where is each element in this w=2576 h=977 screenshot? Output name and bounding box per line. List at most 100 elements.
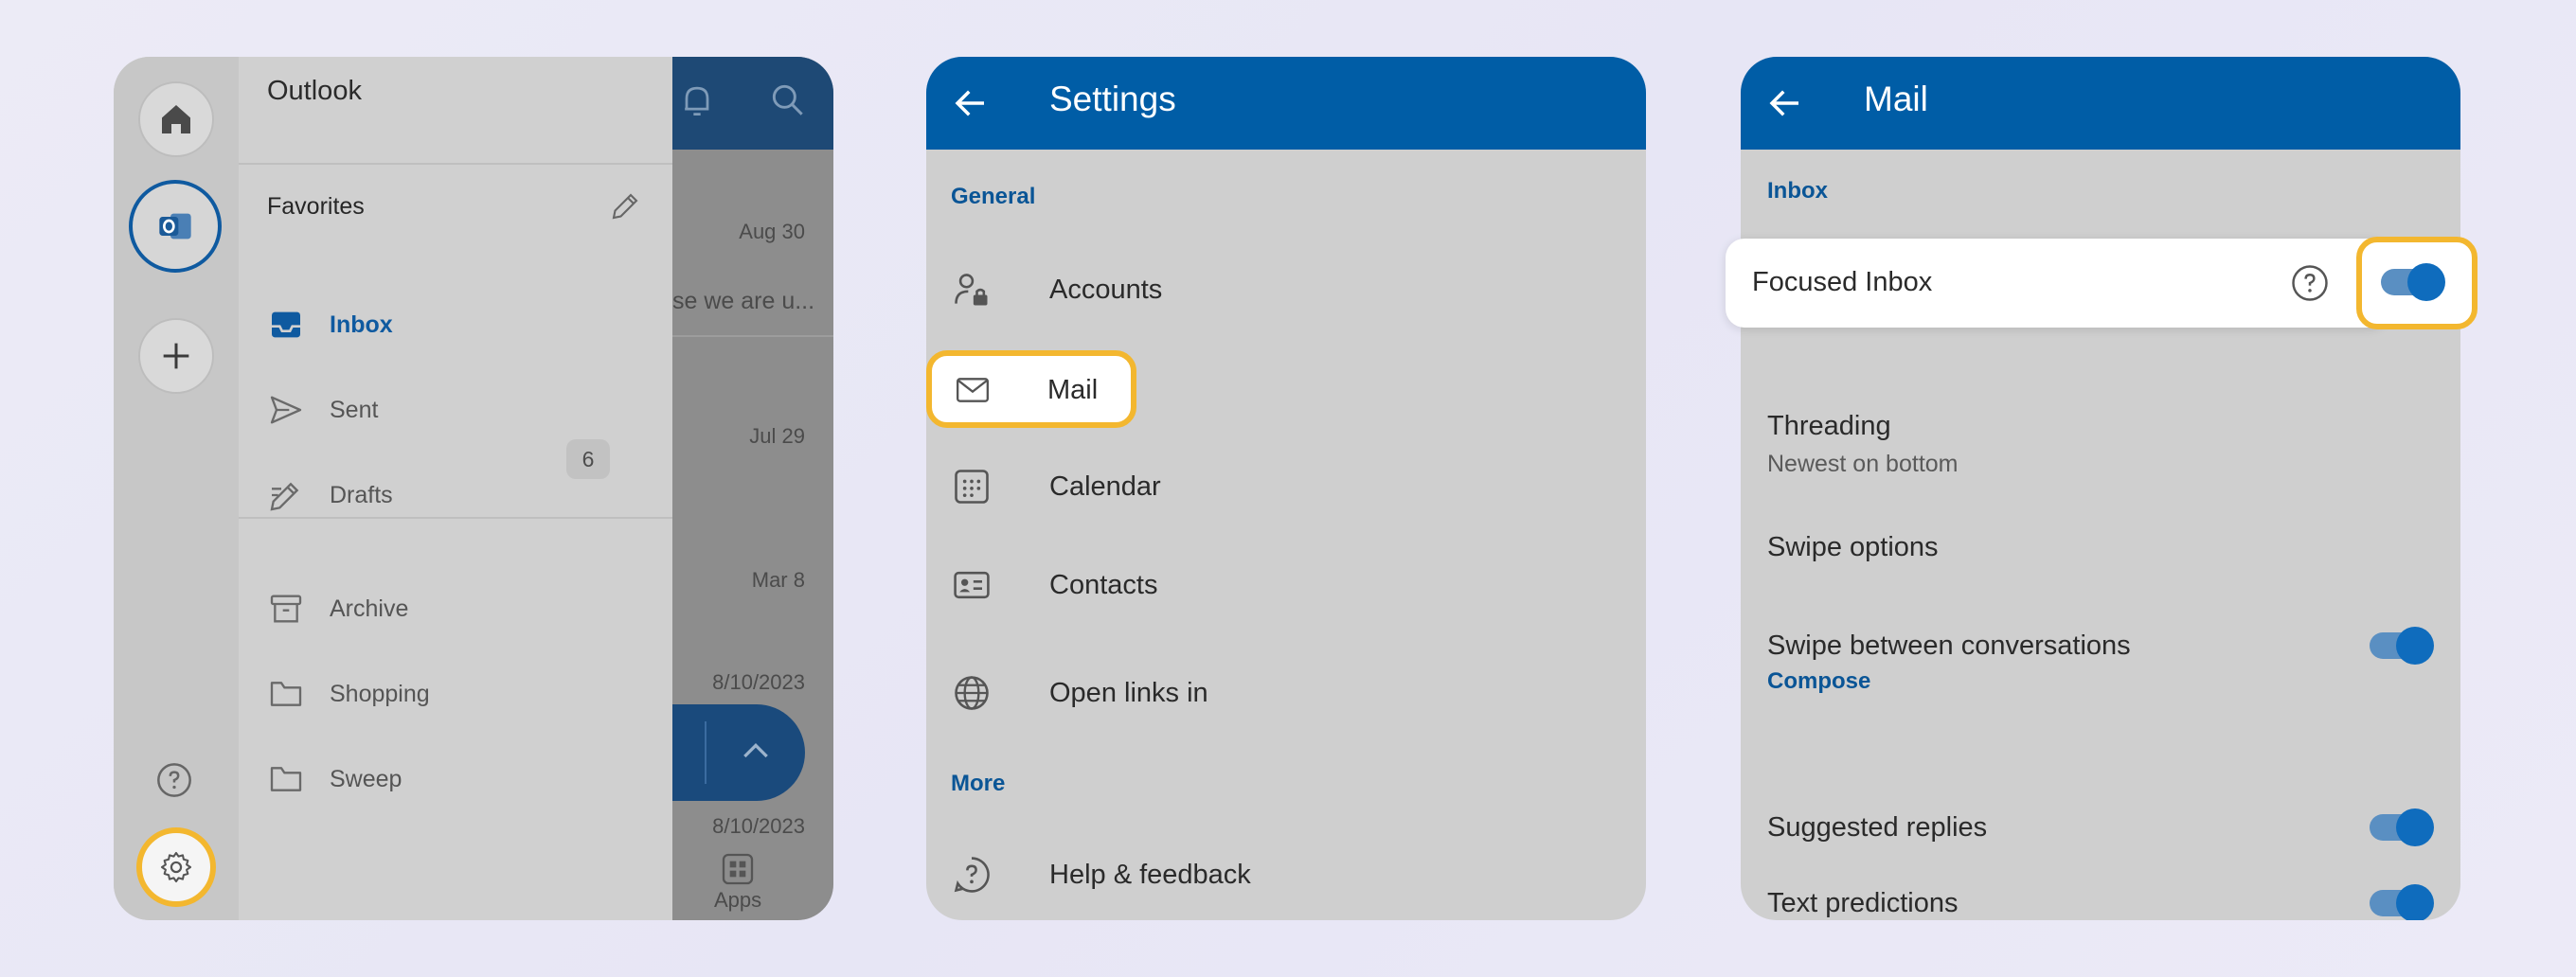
setting-threading[interactable]: Threading Newest on bottom	[1741, 398, 2460, 488]
mail-icon	[957, 378, 989, 402]
help-icon[interactable]	[155, 761, 193, 799]
search-icon[interactable]	[767, 80, 809, 121]
folder-drafts[interactable]: Drafts	[267, 471, 393, 519]
settings-header: Settings	[926, 57, 1646, 150]
settings-item-label: Calendar	[1049, 471, 1161, 502]
back-arrow-icon[interactable]	[951, 83, 991, 123]
section-more: More	[951, 771, 1006, 796]
mail-date: 8/10/2023	[712, 814, 805, 838]
home-button[interactable]	[138, 81, 214, 157]
contact-card-icon	[954, 571, 990, 599]
settings-button[interactable]	[136, 827, 216, 907]
settings-item-help[interactable]: Help & feedback	[926, 837, 1646, 913]
folder-icon	[270, 682, 302, 706]
toggle-knob	[2396, 884, 2434, 920]
setting-swipe-options[interactable]: Swipe options	[1741, 509, 2460, 585]
globe-icon	[955, 676, 989, 710]
setting-label: Focused Inbox	[1752, 267, 1933, 297]
folder-sweep[interactable]: Sweep	[267, 755, 402, 803]
folder-sent[interactable]: Sent	[267, 386, 378, 434]
folder-icon	[270, 767, 302, 791]
section-inbox: Inbox	[1767, 178, 1828, 204]
archive-icon	[270, 595, 302, 623]
settings-item-calendar[interactable]: Calendar	[926, 449, 1646, 524]
folder-drawer: Outlook Favorites Inbox Sent Drafts 6 Ar…	[239, 57, 672, 920]
outlook-account-button[interactable]	[129, 180, 222, 273]
calendar-icon	[955, 470, 989, 504]
toggle-knob	[2396, 808, 2434, 846]
section-general: General	[951, 184, 1036, 209]
setting-label: Suggested replies	[1767, 812, 1988, 843]
folder-label: Drafts	[330, 481, 393, 508]
add-account-button[interactable]	[138, 318, 214, 394]
help-icon[interactable]	[2290, 263, 2330, 303]
apps-label: Apps	[714, 888, 762, 912]
bell-icon[interactable]	[676, 80, 718, 121]
mail-header	[672, 57, 833, 150]
folder-label: Sweep	[330, 765, 402, 792]
setting-label: Swipe options	[1767, 532, 1939, 562]
focused-inbox-toggle-highlight[interactable]	[2356, 237, 2478, 329]
setting-label: Swipe between conversations	[1767, 631, 2131, 661]
toggle-knob	[2396, 627, 2434, 665]
setting-label: Text predictions	[1767, 888, 1959, 918]
send-icon	[270, 396, 302, 424]
mail-date: Mar 8	[751, 568, 805, 592]
setting-suggested-replies[interactable]: Suggested replies	[1741, 790, 2460, 865]
mail-settings-panel: Mail Inbox Threading Newest on bottom Sw…	[1741, 57, 2460, 920]
apps-grid-icon	[722, 853, 754, 885]
chevron-up-icon[interactable]	[737, 733, 775, 771]
outlook-logo-icon	[159, 213, 191, 240]
suggested-replies-toggle[interactable]	[2370, 808, 2434, 846]
settings-item-mail[interactable]: Mail	[926, 350, 1136, 428]
folder-label: Archive	[330, 595, 409, 622]
settings-item-label: Open links in	[1049, 678, 1208, 708]
text-predictions-toggle[interactable]	[2370, 884, 2434, 920]
help-icon	[954, 857, 990, 893]
settings-item-contacts[interactable]: Contacts	[926, 547, 1646, 623]
plus-icon	[163, 343, 189, 369]
divider	[239, 163, 672, 165]
folder-label: Inbox	[330, 311, 393, 338]
setting-focused-inbox[interactable]: Focused Inbox	[1726, 239, 2388, 328]
folder-archive[interactable]: Archive	[267, 585, 408, 632]
account-rail	[114, 57, 239, 920]
setting-label: Threading	[1767, 411, 1891, 441]
settings-panel: Settings General Accounts Mail Calendar	[926, 57, 1646, 920]
focused-inbox-toggle[interactable]	[2381, 263, 2445, 301]
setting-text-predictions[interactable]: Text predictions	[1741, 871, 2460, 920]
inbox-icon	[272, 311, 300, 338]
folder-shopping[interactable]: Shopping	[267, 670, 430, 718]
folder-label: Shopping	[330, 680, 430, 707]
apps-tab[interactable]: Apps	[714, 850, 761, 913]
compose-fab[interactable]	[672, 704, 805, 801]
dimmed-mail-list: Aug 30 se we are u... Jul 29 Mar 8 8/10/…	[672, 57, 833, 920]
settings-item-label: Contacts	[1049, 570, 1158, 600]
toggle-knob	[2407, 263, 2445, 301]
fab-separator	[705, 721, 707, 784]
settings-item-label: Accounts	[1049, 275, 1163, 305]
settings-item-accounts[interactable]: Accounts	[926, 252, 1646, 328]
account-lock-icon	[955, 274, 988, 306]
drafts-count-badge: 6	[566, 439, 610, 479]
page-title: Mail	[1864, 80, 1928, 118]
mail-settings-header: Mail	[1741, 57, 2460, 150]
page-title: Settings	[1049, 80, 1176, 118]
swipe-between-toggle[interactable]	[2370, 627, 2434, 665]
pencil-icon[interactable]	[608, 189, 642, 223]
favorites-title: Favorites	[267, 193, 365, 220]
drafts-icon	[270, 482, 299, 511]
mail-snippet: se we are u...	[672, 288, 815, 314]
settings-item-open-links[interactable]: Open links in	[926, 655, 1646, 731]
setting-value: Newest on bottom	[1767, 451, 1959, 477]
home-icon	[162, 105, 190, 133]
folder-label: Sent	[330, 396, 379, 423]
mail-date: 8/10/2023	[712, 670, 805, 694]
settings-item-label: Mail	[1047, 375, 1099, 405]
folder-inbox[interactable]: Inbox	[267, 301, 393, 348]
divider	[672, 335, 833, 337]
mail-date: Aug 30	[739, 220, 805, 243]
app-title: Outlook	[267, 76, 362, 106]
divider	[239, 517, 672, 519]
back-arrow-icon[interactable]	[1765, 83, 1805, 123]
